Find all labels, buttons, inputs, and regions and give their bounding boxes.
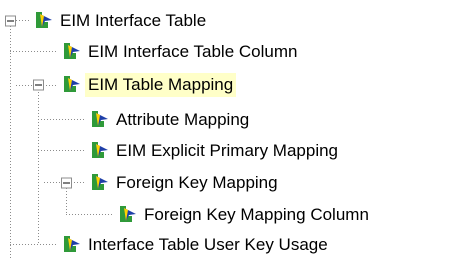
tree-node-label: EIM Explicit Primary Mapping bbox=[116, 141, 339, 160]
schema-object-icon bbox=[90, 173, 110, 191]
schema-object-icon bbox=[90, 141, 110, 159]
tree-node-label: Attribute Mapping bbox=[116, 110, 250, 129]
collapse-minus-icon[interactable] bbox=[33, 79, 44, 91]
collapse-minus-icon[interactable] bbox=[61, 177, 72, 189]
tree-node-label: Foreign Key Mapping bbox=[116, 173, 278, 192]
tree-node-label: Interface Table User Key Usage bbox=[88, 235, 328, 254]
tree-node-label: Foreign Key Mapping Column bbox=[144, 205, 369, 224]
object-explorer-tree: EIM Interface Table EIM Interface Table … bbox=[0, 0, 476, 259]
collapse-minus-icon[interactable] bbox=[5, 15, 16, 27]
tree-node-label: EIM Interface Table bbox=[60, 11, 207, 30]
schema-object-icon bbox=[62, 235, 82, 253]
schema-object-icon bbox=[118, 205, 138, 223]
schema-object-icon bbox=[62, 75, 82, 93]
tree-node-label: EIM Table Mapping bbox=[85, 73, 237, 97]
schema-object-icon bbox=[62, 42, 82, 60]
schema-object-icon bbox=[90, 110, 110, 128]
schema-object-icon bbox=[34, 11, 54, 29]
tree-node-label: EIM Interface Table Column bbox=[88, 42, 298, 61]
